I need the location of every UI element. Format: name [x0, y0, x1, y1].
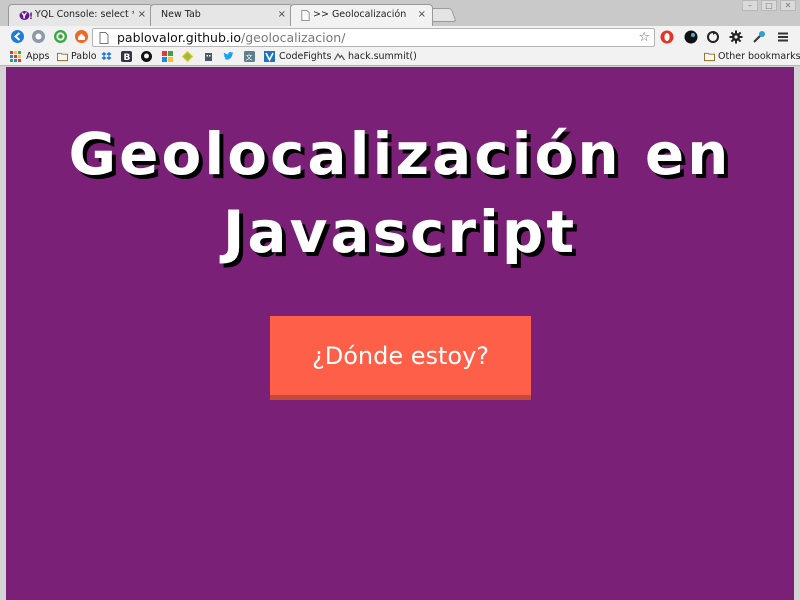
address-bar[interactable]: pablovalor.github.io/geolocalizacion/ ☆	[92, 28, 655, 47]
bookmark-star-icon[interactable]: ☆	[638, 30, 650, 45]
home-button[interactable]	[75, 30, 88, 43]
svg-text:B: B	[124, 53, 131, 62]
close-window-icon[interactable]: ✕	[780, 0, 796, 11]
hack-summit-icon	[334, 52, 345, 61]
reload-button[interactable]	[54, 30, 67, 43]
svg-text:!: !	[29, 12, 32, 21]
close-tab-icon[interactable]: ×	[138, 9, 146, 20]
url-text: pablovalor.github.io/geolocalizacion/	[117, 30, 345, 45]
puzzle-icon[interactable]	[182, 51, 193, 62]
forward-button[interactable]	[32, 30, 45, 43]
folder-icon	[704, 52, 715, 62]
svg-text:文: 文	[246, 53, 253, 62]
svg-text:Y: Y	[20, 12, 27, 21]
b-icon[interactable]: B	[121, 51, 132, 62]
sync-extension-icon[interactable]	[706, 30, 720, 44]
bookmark-label: Apps	[26, 51, 50, 62]
tab-title: New Tab	[161, 9, 201, 20]
bookmark-codefights[interactable]: CodeFights	[264, 51, 332, 64]
reload-icon	[54, 30, 67, 43]
back-button[interactable]	[11, 30, 24, 43]
maximize-icon[interactable]: □	[761, 0, 777, 11]
eyedropper-icon[interactable]	[752, 30, 766, 44]
opera-extension-icon[interactable]	[660, 30, 674, 44]
home-icon	[75, 30, 88, 43]
url-path: /geolocalizacion/	[240, 30, 346, 45]
tab-geolocalizacion[interactable]: >> Geolocalización ×	[290, 4, 433, 26]
gear-icon[interactable]	[729, 30, 743, 44]
tab-new-tab[interactable]: New Tab ×	[150, 4, 293, 26]
apps-grid-icon	[10, 51, 21, 62]
minimize-icon[interactable]: –	[742, 0, 758, 11]
page-title-line-2: Javascript	[222, 198, 578, 266]
bookmark-folder-pablo[interactable]: Pablo	[57, 51, 97, 64]
page-icon	[99, 32, 109, 44]
tab-title: YQL Console: select * fro	[35, 9, 134, 20]
dropbox-icon[interactable]	[101, 51, 112, 62]
close-tab-icon[interactable]: ×	[418, 9, 426, 20]
page-title-line-1: Geolocalización en	[68, 120, 732, 188]
other-bookmarks-folder[interactable]: Other bookmarks	[704, 51, 800, 64]
bookmark-label: CodeFights	[279, 51, 332, 62]
twitter-icon[interactable]	[223, 51, 234, 62]
bookmark-label: hack.summit()	[348, 51, 417, 62]
url-host: pablovalor.github.io	[117, 30, 241, 45]
bookmarks-bar: Apps Pablo B 文 CodeFights hack.summit() …	[0, 48, 800, 66]
folder-icon	[57, 52, 68, 62]
color-squares-icon[interactable]	[162, 51, 173, 62]
tab-yql-console[interactable]: Y ! YQL Console: select * fro ×	[8, 4, 153, 26]
tab-title: >> Geolocalización	[313, 9, 407, 20]
page-viewport: Geolocalización en Javascript ¿Dónde est…	[6, 67, 794, 600]
codefights-icon	[264, 51, 275, 62]
dark-circle-extension-icon[interactable]	[684, 30, 698, 44]
github-icon[interactable]	[141, 51, 152, 62]
translate-icon[interactable]: 文	[244, 51, 255, 62]
menu-hamburger-icon[interactable]	[776, 30, 790, 44]
bookmark-hack-summit[interactable]: hack.summit()	[334, 51, 417, 64]
where-am-i-button[interactable]: ¿Dónde estoy?	[270, 316, 531, 400]
tab-strip: Y ! YQL Console: select * fro × New Tab …	[0, 0, 800, 26]
yahoo-icon: Y !	[19, 11, 32, 21]
bookmark-apps[interactable]: Apps	[10, 51, 50, 64]
close-tab-icon[interactable]: ×	[278, 9, 286, 20]
page-icon	[301, 10, 310, 21]
bookmark-label: Other bookmarks	[718, 51, 800, 62]
back-arrow-icon	[11, 30, 24, 43]
page-title: Geolocalización en Javascript	[6, 115, 794, 271]
bookmark-label: Pablo	[71, 51, 97, 62]
browser-toolbar: pablovalor.github.io/geolocalizacion/ ☆	[0, 26, 800, 48]
forward-arrow-icon	[32, 30, 45, 43]
robot-icon[interactable]	[203, 51, 214, 62]
